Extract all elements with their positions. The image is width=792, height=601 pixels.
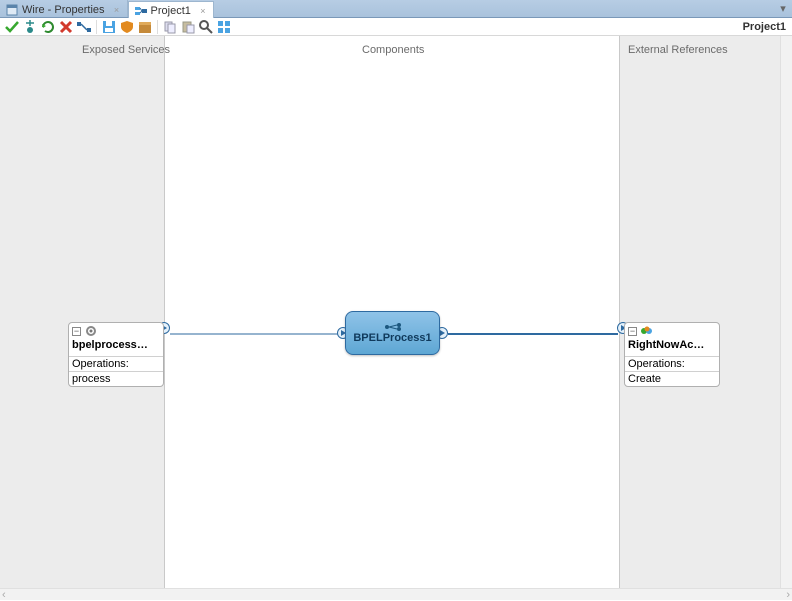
composite-icon <box>135 5 147 17</box>
adapter-icon <box>640 325 654 337</box>
lane-divider <box>619 36 620 588</box>
composite-canvas[interactable]: Exposed Services Components External Ref… <box>0 36 792 588</box>
gear-icon <box>84 325 98 337</box>
editor-title: Project1 <box>743 18 786 36</box>
collapse-icon[interactable]: − <box>72 327 81 336</box>
lane-external-references-bg <box>620 36 780 588</box>
refresh-button[interactable] <box>40 19 56 35</box>
component-bpelprocess1[interactable]: BPELProcess1 <box>345 311 440 355</box>
copy-button[interactable] <box>162 19 178 35</box>
lane-header-exposed: Exposed Services <box>82 44 170 56</box>
lane-exposed-services-bg <box>0 36 164 588</box>
test-button[interactable] <box>22 19 38 35</box>
scroll-left-arrow[interactable]: ‹ <box>2 589 6 601</box>
operations-header: Operations: <box>69 356 163 371</box>
delete-button[interactable] <box>58 19 74 35</box>
editor-tabstrip: Wire - Properties × Project1 × ▾ <box>0 0 792 18</box>
scroll-right-arrow[interactable]: › <box>786 589 790 601</box>
package-button[interactable] <box>137 19 153 35</box>
lane-divider <box>164 36 165 588</box>
collapse-icon[interactable]: − <box>628 327 637 336</box>
editor-toolbar: Project1 <box>0 18 792 36</box>
tab-wire-properties[interactable]: Wire - Properties × <box>0 0 128 17</box>
reference-title: RightNowAccount... <box>625 339 711 353</box>
layout-button[interactable] <box>216 19 232 35</box>
toolbar-separator <box>157 20 158 34</box>
wire-component-to-reference[interactable] <box>448 333 618 335</box>
bpel-icon <box>384 322 402 332</box>
connect-button[interactable] <box>76 19 92 35</box>
exposed-service-box[interactable]: − bpelprocess1_clie... Operations: proce… <box>68 322 164 387</box>
validate-button[interactable] <box>4 19 20 35</box>
external-reference-box[interactable]: − RightNowAccount... Operations: Create <box>624 322 720 387</box>
wire-service-to-component[interactable] <box>170 333 338 335</box>
lane-header-external: External References <box>628 44 728 56</box>
operations-header: Operations: <box>625 356 719 371</box>
tab-overflow-dropdown[interactable]: ▾ <box>776 2 790 16</box>
operation-item[interactable]: Create <box>625 371 719 386</box>
service-title: bpelprocess1_clie... <box>69 339 155 353</box>
toolbar-separator <box>96 20 97 34</box>
close-icon[interactable]: × <box>113 6 121 14</box>
vertical-scrollbar[interactable] <box>780 36 792 588</box>
security-button[interactable] <box>119 19 135 35</box>
operation-item[interactable]: process <box>69 371 163 386</box>
search-button[interactable] <box>198 19 214 35</box>
save-button[interactable] <box>101 19 117 35</box>
tab-label: Project1 <box>151 5 191 17</box>
lane-header-components: Components <box>362 44 424 56</box>
component-label: BPELProcess1 <box>353 332 431 344</box>
close-icon[interactable]: × <box>199 7 207 15</box>
tab-project1[interactable]: Project1 × <box>128 1 214 18</box>
window-icon <box>6 4 18 16</box>
paste-button[interactable] <box>180 19 196 35</box>
horizontal-scrollbar[interactable]: ‹ › <box>0 588 792 600</box>
tab-label: Wire - Properties <box>22 4 105 16</box>
